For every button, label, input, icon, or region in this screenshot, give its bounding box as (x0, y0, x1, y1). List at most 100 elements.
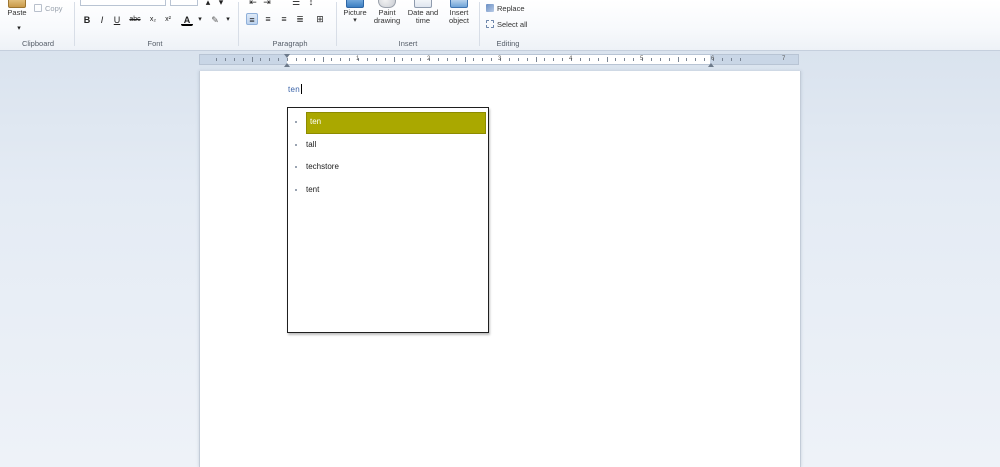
paint-drawing-button[interactable]: Paint drawing (370, 0, 404, 25)
ruler-tick (579, 58, 581, 61)
shrink-font-icon[interactable]: ▾ (215, 0, 227, 8)
ruler-tick (615, 58, 617, 61)
ruler-tick (482, 58, 484, 61)
text-caret (301, 84, 303, 94)
font-color-button[interactable]: A (181, 14, 193, 26)
paste-dropdown-icon[interactable]: ▾ (13, 23, 25, 35)
ruler-tick (677, 57, 679, 62)
ruler-tick (739, 58, 741, 61)
line-spacing-icon[interactable]: ↕ (305, 0, 317, 8)
select-all-button[interactable]: Select all (486, 20, 527, 30)
date-time-button[interactable]: Date and time (406, 0, 440, 25)
ruler-tick (331, 58, 333, 61)
ruler-tick (375, 58, 377, 61)
ruler-tick (695, 58, 697, 61)
picture-dropdown-icon: ▾ (353, 17, 357, 24)
increase-indent-icon[interactable]: ⇥ (261, 0, 273, 8)
ruler-number: 1 (356, 56, 360, 62)
autocomplete-popup[interactable]: ten tall techstore tent (287, 107, 489, 333)
insert-object-label: Insert object (448, 8, 469, 25)
copy-label: Copy (45, 4, 63, 13)
ruler-tick (721, 58, 723, 61)
ruler-tick (269, 58, 271, 61)
first-line-indent-marker[interactable] (284, 54, 290, 58)
superscript-button[interactable]: x² (162, 14, 174, 26)
ruler-tick (606, 57, 608, 62)
ruler-tick (287, 58, 288, 61)
ruler-tick (668, 58, 670, 61)
list-icon[interactable]: ☰ (290, 0, 302, 8)
autocomplete-item-label: techstore (306, 162, 339, 171)
bullet-icon (295, 166, 297, 168)
ruler-tick (420, 58, 422, 61)
highlight-dropdown-icon[interactable]: ▾ (222, 14, 234, 26)
subscript-button[interactable]: x₂ (147, 14, 159, 26)
ruler-tick (251, 57, 253, 62)
ruler-tick (633, 58, 635, 61)
ruler-tick (366, 58, 368, 61)
ruler-tick (535, 57, 537, 62)
ruler-tick (437, 58, 439, 61)
select-all-icon (486, 20, 494, 28)
italic-button[interactable]: I (96, 14, 108, 26)
ruler-tick (686, 58, 688, 61)
picture-button[interactable]: Picture ▾ (340, 0, 370, 25)
bullet-icon (295, 188, 297, 191)
justify-button[interactable]: ≣ (294, 13, 306, 25)
ruler-tick (402, 58, 404, 61)
autocomplete-item-label: tall (306, 139, 317, 149)
document-text-line[interactable]: ten (288, 84, 303, 94)
align-right-button[interactable]: ≡ (278, 13, 290, 25)
bold-button[interactable]: B (81, 14, 93, 26)
ruler-tick (588, 58, 590, 61)
autocomplete-item[interactable]: techstore (288, 156, 486, 178)
hanging-indent-marker[interactable] (284, 63, 290, 67)
highlight-pen-icon[interactable]: ✎ (209, 14, 221, 26)
font-size-select[interactable] (170, 0, 198, 6)
paint-drawing-label: Paint drawing (373, 8, 401, 25)
strikethrough-button[interactable]: abc (127, 14, 143, 26)
ruler-tick (464, 57, 466, 62)
autocomplete-item[interactable]: ten (288, 111, 486, 134)
ruler-tick (704, 58, 706, 61)
ruler-tick (411, 58, 413, 61)
ruler-tick (650, 58, 652, 61)
autocomplete-item[interactable]: tall (288, 134, 486, 156)
ruler-number: 2 (427, 56, 431, 62)
ruler-tick (562, 58, 564, 61)
ruler-tick (730, 58, 732, 61)
replace-button[interactable]: Replace (486, 4, 525, 14)
paragraph-icon: ⊞ (316, 14, 324, 24)
autocomplete-item[interactable]: tent (288, 179, 486, 201)
replace-label: Replace (497, 4, 525, 13)
ruler-tick (349, 58, 351, 61)
decrease-indent-icon[interactable]: ⇤ (247, 0, 259, 8)
insert-object-button[interactable]: Insert object (442, 0, 476, 25)
picture-label: Picture (343, 8, 367, 17)
ribbon: Paste ▾ Copy Clipboard ▴ ▾ B I U abc x₂ … (0, 0, 1000, 51)
ruler-tick (455, 58, 457, 61)
align-left-icon: ≡ (249, 15, 255, 25)
font-color-dropdown-icon[interactable]: ▾ (194, 14, 206, 26)
ruler-tick (313, 58, 315, 61)
ruler[interactable]: 1234567 (199, 54, 799, 67)
ruler-tick (304, 58, 306, 61)
align-center-button[interactable]: ≡ (262, 13, 274, 25)
paste-button[interactable]: Paste (6, 0, 28, 17)
ruler-tick (393, 57, 395, 62)
paint-palette-icon (378, 0, 396, 8)
align-left-button[interactable]: ≡ (246, 13, 258, 25)
replace-icon (486, 4, 494, 12)
font-family-select[interactable] (80, 0, 166, 6)
copy-button[interactable]: Copy (34, 4, 63, 14)
underline-button[interactable]: U (111, 14, 123, 26)
paragraph-dialog-button[interactable]: ⊞ (314, 13, 326, 25)
ruler-number: 4 (569, 56, 573, 62)
right-indent-marker[interactable] (708, 63, 714, 67)
group-label-clipboard: Clipboard (21, 39, 55, 48)
selection-highlight (306, 112, 486, 134)
ruler-tick (216, 58, 217, 61)
ruler-tick (659, 58, 661, 61)
bullet-icon (295, 121, 297, 123)
grow-font-icon[interactable]: ▴ (202, 0, 214, 8)
